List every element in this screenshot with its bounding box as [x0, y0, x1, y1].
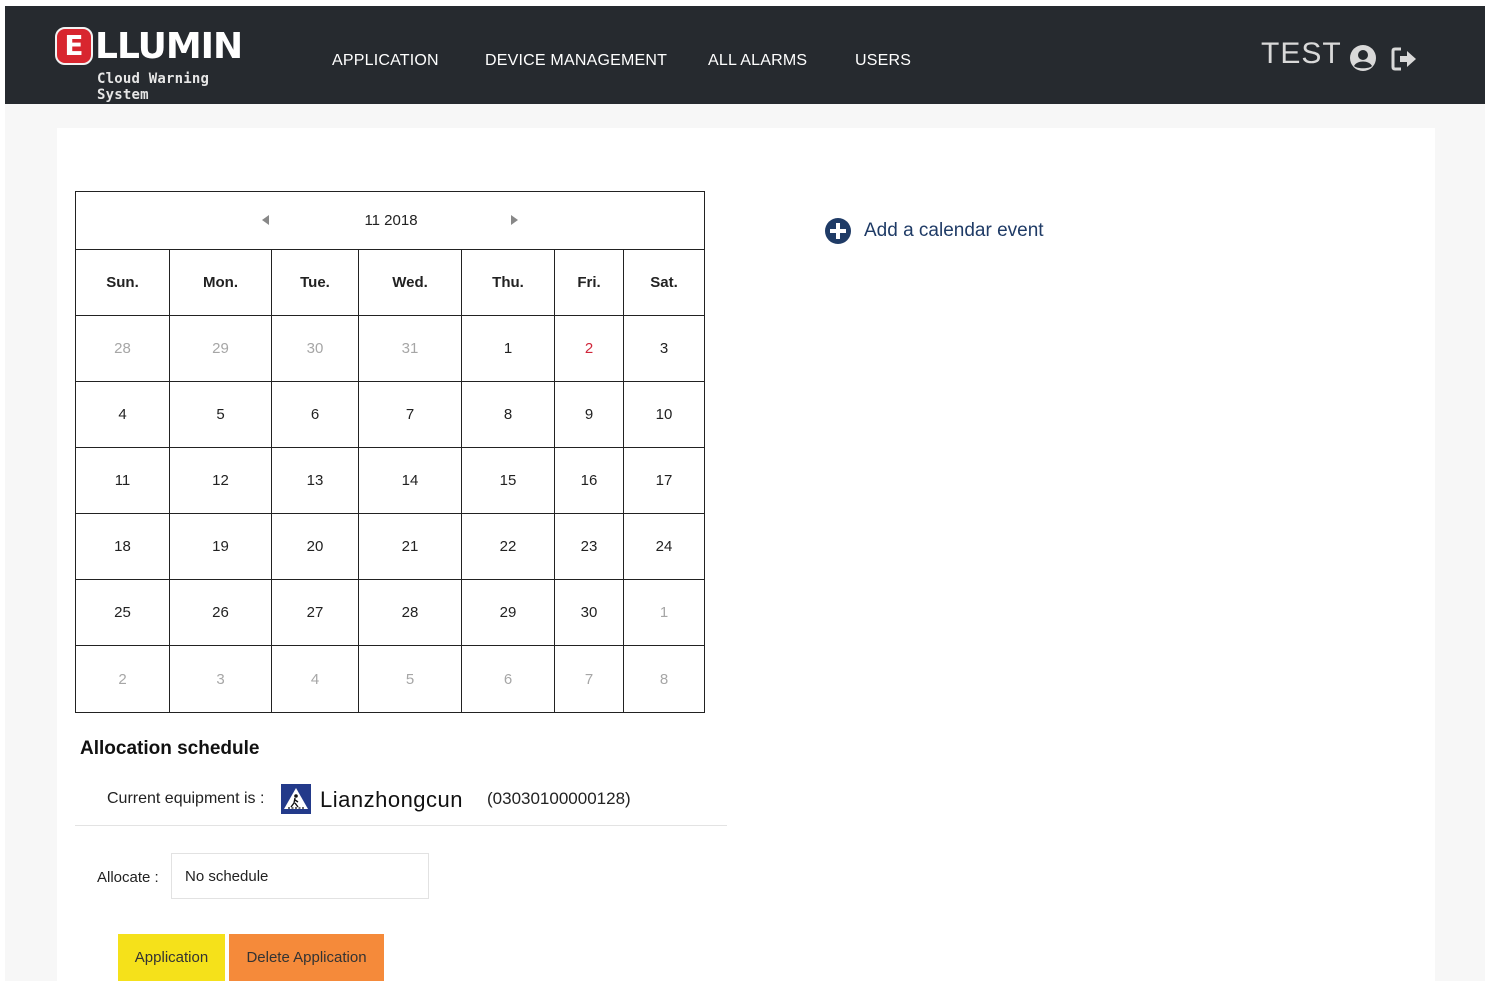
- calendar-day[interactable]: 18: [76, 514, 170, 579]
- logo-subtitle: Cloud Warning System: [97, 71, 210, 103]
- calendar-week-row: 18 19 20 21 22 23 24: [76, 514, 704, 580]
- calendar-day[interactable]: 15: [462, 448, 555, 513]
- calendar-day-outside-month[interactable]: 1: [624, 580, 704, 645]
- nav-item-device-management[interactable]: DEVICE MANAGEMENT: [485, 52, 667, 70]
- day-names-row: Sun. Mon. Tue. Wed. Thu. Fri. Sat.: [76, 249, 704, 316]
- calendar-day[interactable]: 8: [462, 382, 555, 447]
- calendar-day[interactable]: 30: [555, 580, 624, 645]
- calendar-week-row: 25 26 27 28 29 30 1: [76, 580, 704, 646]
- calendar-day[interactable]: 22: [462, 514, 555, 579]
- day-name-sun: Sun.: [76, 249, 170, 315]
- calendar-day-outside-month[interactable]: 4: [272, 646, 359, 712]
- calendar-day-outside-month[interactable]: 3: [170, 646, 272, 712]
- calendar-day[interactable]: 27: [272, 580, 359, 645]
- calendar-day-outside-month[interactable]: 29: [170, 316, 272, 381]
- calendar-day[interactable]: 6: [272, 382, 359, 447]
- calendar-day[interactable]: 1: [462, 316, 555, 381]
- nav-item-all-alarms[interactable]: ALL ALARMS: [708, 52, 807, 70]
- plus-circle-icon: [825, 218, 851, 244]
- calendar-day-outside-month[interactable]: 2: [76, 646, 170, 712]
- day-name-sat: Sat.: [650, 273, 678, 291]
- calendar-day[interactable]: 13: [272, 448, 359, 513]
- calendar-day-outside-month[interactable]: 31: [359, 316, 462, 381]
- calendar-day[interactable]: 21: [359, 514, 462, 579]
- calendar-week-row: 28 29 30 31 1 2 3: [76, 316, 704, 382]
- section-divider: [75, 825, 727, 826]
- calendar-day-outside-month[interactable]: 6: [462, 646, 555, 712]
- application-button[interactable]: Application: [118, 934, 225, 981]
- calendar-day[interactable]: 20: [272, 514, 359, 579]
- calendar-week-row: 4 5 6 7 8 9 10: [76, 382, 704, 448]
- calendar-day[interactable]: 25: [76, 580, 170, 645]
- prev-month-arrow-icon[interactable]: [260, 214, 270, 226]
- top-navigation-bar: E LLUMIN Cloud Warning System APPLICATIO…: [5, 6, 1485, 104]
- nav-item-users[interactable]: USERS: [855, 52, 911, 70]
- day-name-thu: Thu.: [462, 249, 555, 315]
- allocate-label: Allocate :: [97, 869, 159, 886]
- calendar-day[interactable]: 5: [170, 382, 272, 447]
- day-name-fri: Fri.: [555, 249, 624, 315]
- user-circle-icon[interactable]: [1349, 44, 1377, 72]
- pedestrian-crossing-icon: [281, 784, 311, 814]
- calendar-header: 11 2018: [76, 192, 704, 250]
- calendar-day-outside-month[interactable]: 8: [624, 646, 704, 712]
- day-name-wed: Wed.: [359, 249, 462, 315]
- equipment-id: (03030100000128): [487, 789, 631, 808]
- calendar-day[interactable]: 11: [76, 448, 170, 513]
- logout-icon[interactable]: [1391, 47, 1417, 71]
- allocation-schedule-title: Allocation schedule: [80, 738, 260, 759]
- calendar-day-outside-month[interactable]: 7: [555, 646, 624, 712]
- calendar-grid: Sun. Mon. Tue. Wed. Thu. Fri. Sat. 28 29 3…: [76, 249, 704, 712]
- calendar-day[interactable]: 26: [170, 580, 272, 645]
- user-name[interactable]: TEST: [1261, 37, 1342, 71]
- calendar-week-row: 2345678: [76, 646, 704, 712]
- calendar-day[interactable]: 9: [555, 382, 624, 447]
- calendar-day[interactable]: 12: [170, 448, 272, 513]
- add-calendar-event-label: Add a calendar event: [864, 220, 1044, 241]
- calendar-day[interactable]: 10: [624, 382, 704, 447]
- current-equipment-label: Current equipment is :: [107, 790, 265, 807]
- calendar-day[interactable]: 16: [555, 448, 624, 513]
- add-calendar-event-button[interactable]: Add a calendar event: [824, 216, 1044, 246]
- calendar-day[interactable]: 28: [359, 580, 462, 645]
- calendar-day[interactable]: 4: [76, 382, 170, 447]
- next-month-arrow-icon[interactable]: [510, 214, 520, 226]
- calendar-day[interactable]: 29: [462, 580, 555, 645]
- calendar-day-today[interactable]: 2: [555, 316, 624, 381]
- calendar-day-outside-month[interactable]: 28: [76, 316, 170, 381]
- calendar-day[interactable]: 24: [624, 514, 704, 579]
- calendar-day[interactable]: 7: [359, 382, 462, 447]
- calendar: 11 2018 Sun. Mon. Tue. Wed. Thu. Fri. Sa…: [75, 191, 705, 713]
- calendar-week-row: 11 12 13 14 15 16 17: [76, 448, 704, 514]
- day-name-tue: Tue.: [272, 249, 359, 315]
- nav-item-application[interactable]: APPLICATION: [332, 52, 439, 70]
- calendar-day[interactable]: 14: [359, 448, 462, 513]
- calendar-day-outside-month[interactable]: 5: [359, 646, 462, 712]
- delete-application-button[interactable]: Delete Application: [229, 934, 384, 981]
- allocate-select[interactable]: No schedule: [171, 853, 429, 899]
- day-name-mon: Mon.: [170, 249, 272, 315]
- calendar-day[interactable]: 3: [624, 316, 704, 381]
- month-label: 11 2018: [364, 212, 418, 229]
- calendar-day[interactable]: 17: [624, 448, 704, 513]
- calendar-day-outside-month[interactable]: 30: [272, 316, 359, 381]
- calendar-day[interactable]: 23: [555, 514, 624, 579]
- equipment-name: Lianzhongcun: [320, 787, 464, 812]
- calendar-day[interactable]: 19: [170, 514, 272, 579]
